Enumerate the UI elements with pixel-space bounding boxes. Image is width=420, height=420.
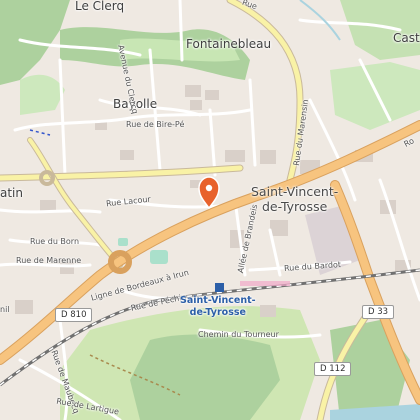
- place-label-latin-partial: atin: [0, 186, 23, 200]
- minor-street: [178, 0, 184, 62]
- building: [185, 85, 201, 97]
- street-label-rue-du-born: Rue du Born: [30, 237, 80, 246]
- grass-area: [20, 74, 65, 115]
- building: [205, 90, 219, 100]
- street-label-chemin-du-tourneur: Chemin du Tourneur: [198, 330, 279, 339]
- station-label-line1: Saint-Vincent-: [180, 295, 256, 306]
- sports-field: [118, 238, 128, 246]
- grass-area: [330, 62, 420, 130]
- location-marker[interactable]: [198, 176, 220, 210]
- place-label-caste: Caste: [393, 31, 420, 45]
- station-platform: [240, 281, 290, 286]
- minor-street: [58, 58, 67, 177]
- building: [270, 220, 288, 236]
- minor-street: [248, 78, 257, 167]
- town-label-line2: de-Tyrosse: [261, 199, 328, 214]
- minor-street: [0, 208, 102, 214]
- minor-street: [378, 178, 420, 302]
- town-label-line1: Saint-Vincent-: [251, 184, 339, 199]
- road-shield-d810: D 810: [55, 308, 93, 322]
- boundary-line: [29, 129, 51, 136]
- street-label-nil-partial: nil: [0, 305, 10, 314]
- street-label-rue-de-bire-pe: Rue de Bire-Pé: [126, 120, 185, 129]
- minor-street: [208, 108, 217, 177]
- road-shield-d33: D 33: [362, 305, 395, 319]
- station-label-line2: de-Tyrosse: [189, 307, 246, 318]
- station-icon: [215, 283, 224, 292]
- map-pin-icon[interactable]: [198, 176, 220, 210]
- pin-dot: [205, 184, 213, 192]
- building: [120, 150, 134, 160]
- sports-field: [150, 250, 168, 264]
- map-canvas[interactable]: Le Clerq Fontainebleau Bayolle Caste ati…: [0, 0, 420, 420]
- town-label-saint-vincent: Saint-Vincent- de-Tyrosse: [251, 184, 338, 214]
- station-label[interactable]: Saint-Vincent- de-Tyrosse: [180, 295, 256, 319]
- building: [260, 305, 276, 317]
- road-shield-d112: D 112: [314, 362, 352, 376]
- map-layer: [0, 0, 420, 420]
- forest-area: [340, 0, 420, 60]
- place-label-le-clerq: Le Clerq: [75, 0, 125, 13]
- building: [260, 150, 276, 164]
- building: [190, 100, 202, 110]
- forest-area: [130, 334, 280, 420]
- place-label-fontainebleau: Fontainebleau: [186, 37, 272, 51]
- street-label-rue-de-marenne: Rue de Marenne: [16, 256, 82, 265]
- building: [15, 300, 33, 314]
- building: [225, 150, 245, 162]
